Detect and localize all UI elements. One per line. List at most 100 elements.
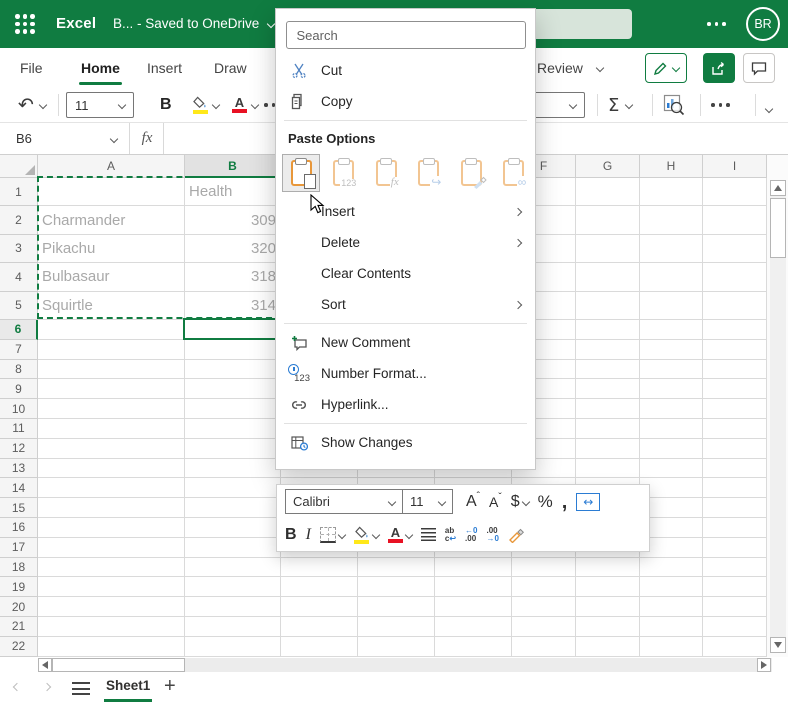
cell-B8[interactable]: [185, 359, 281, 380]
cell-H1[interactable]: [640, 178, 703, 207]
cell-I17[interactable]: [703, 537, 767, 558]
cell-E21[interactable]: [435, 616, 512, 637]
mini-increase-decimal-button[interactable]: .00 →0: [487, 526, 499, 543]
ribbon-chevron-down-icon[interactable]: [595, 63, 605, 73]
cell-G11[interactable]: [576, 418, 640, 439]
cell-B5[interactable]: 314: [185, 291, 281, 320]
cell-G5[interactable]: [576, 291, 640, 320]
cell-A4[interactable]: Bulbasaur: [38, 263, 185, 292]
cell-D19[interactable]: [358, 577, 435, 598]
cell-F21[interactable]: [512, 616, 576, 637]
cell-B10[interactable]: [185, 399, 281, 419]
column-header-G[interactable]: G: [576, 155, 640, 178]
mini-fill-color-button[interactable]: [354, 526, 381, 544]
cell-G4[interactable]: [576, 263, 640, 292]
row-header-18[interactable]: 18: [0, 557, 38, 578]
cell-H12[interactable]: [640, 438, 703, 459]
column-header-H[interactable]: H: [640, 155, 703, 178]
paste-link-button[interactable]: ∞: [493, 160, 536, 188]
cell-G18[interactable]: [576, 557, 640, 578]
share-button[interactable]: [703, 53, 735, 83]
analyze-data-icon[interactable]: [663, 94, 685, 116]
vertical-scrollbar-thumb[interactable]: [770, 198, 786, 258]
cell-H4[interactable]: [640, 263, 703, 292]
cell-H8[interactable]: [640, 359, 703, 380]
cell-D18[interactable]: [358, 557, 435, 578]
cell-D22[interactable]: [358, 636, 435, 657]
cell-G6[interactable]: [576, 319, 640, 340]
cell-D21[interactable]: [358, 616, 435, 637]
cell-C21[interactable]: [281, 616, 358, 637]
paste-transpose-button[interactable]: ↪: [408, 160, 451, 188]
cell-F22[interactable]: [512, 636, 576, 657]
cell-B16[interactable]: [185, 517, 281, 538]
row-header-10[interactable]: 10: [0, 399, 38, 419]
cell-A10[interactable]: [38, 399, 185, 419]
cell-A13[interactable]: [38, 458, 185, 479]
row-header-7[interactable]: 7: [0, 339, 38, 360]
cell-H21[interactable]: [640, 616, 703, 637]
row-header-16[interactable]: 16: [0, 517, 38, 538]
cell-H18[interactable]: [640, 557, 703, 578]
tab-draw[interactable]: Draw: [214, 48, 247, 88]
autosum-chevron-icon[interactable]: [625, 100, 634, 110]
cell-C22[interactable]: [281, 636, 358, 657]
font-size-combobox[interactable]: 11: [66, 92, 134, 118]
cell-A15[interactable]: [38, 498, 185, 518]
cell-I7[interactable]: [703, 339, 767, 360]
menu-item-cut[interactable]: Cut: [276, 55, 535, 86]
cell-I5[interactable]: [703, 291, 767, 320]
cell-B11[interactable]: [185, 418, 281, 439]
cell-H6[interactable]: [640, 319, 703, 340]
cell-A6[interactable]: [38, 319, 185, 340]
menu-item-copy[interactable]: Copy: [276, 86, 535, 117]
menu-item-insert[interactable]: Insert: [276, 196, 535, 227]
cell-G1[interactable]: [576, 178, 640, 207]
cell-E18[interactable]: [435, 557, 512, 578]
cell-D20[interactable]: [358, 597, 435, 617]
row-header-15[interactable]: 15: [0, 498, 38, 518]
menu-item-show-changes[interactable]: Show Changes: [276, 427, 535, 458]
all-sheets-icon[interactable]: [72, 682, 90, 695]
scroll-right-button[interactable]: [757, 658, 771, 672]
comma-style-button[interactable]: ,: [562, 492, 568, 512]
cell-A18[interactable]: [38, 557, 185, 578]
cell-B12[interactable]: [185, 438, 281, 459]
cell-B1[interactable]: Health: [185, 178, 281, 207]
cell-E22[interactable]: [435, 636, 512, 657]
row-header-3[interactable]: 3: [0, 234, 38, 264]
cell-H22[interactable]: [640, 636, 703, 657]
cell-B4[interactable]: 318: [185, 263, 281, 292]
autosum-button[interactable]: Σ: [608, 95, 619, 116]
mini-borders-button[interactable]: [319, 526, 347, 543]
percent-style-button[interactable]: %: [538, 492, 553, 512]
cell-I21[interactable]: [703, 616, 767, 637]
cell-A9[interactable]: [38, 379, 185, 400]
cell-G19[interactable]: [576, 577, 640, 598]
cell-I10[interactable]: [703, 399, 767, 419]
previous-sheet-icon[interactable]: [12, 682, 22, 692]
menu-item-new-comment[interactable]: New Comment: [276, 327, 535, 358]
cell-C18[interactable]: [281, 557, 358, 578]
collapse-ribbon-icon[interactable]: [764, 104, 774, 114]
mini-bold-button[interactable]: B: [285, 526, 297, 544]
cell-F20[interactable]: [512, 597, 576, 617]
cell-H3[interactable]: [640, 234, 703, 264]
mini-font-name-combobox[interactable]: Calibri: [285, 489, 403, 514]
cell-G10[interactable]: [576, 399, 640, 419]
mini-font-color-button[interactable]: A: [387, 526, 414, 543]
cell-H20[interactable]: [640, 597, 703, 617]
autofit-button[interactable]: ↔: [576, 492, 601, 511]
cell-A12[interactable]: [38, 438, 185, 459]
paste-button[interactable]: [280, 154, 323, 192]
cell-B2[interactable]: 309: [185, 206, 281, 235]
scroll-up-button[interactable]: [770, 180, 786, 196]
horizontal-scrollbar[interactable]: [0, 657, 788, 673]
row-header-2[interactable]: 2: [0, 206, 38, 235]
cell-I9[interactable]: [703, 379, 767, 400]
cell-I4[interactable]: [703, 263, 767, 292]
cell-A17[interactable]: [38, 537, 185, 558]
editing-mode-button[interactable]: [645, 53, 687, 83]
cell-E19[interactable]: [435, 577, 512, 598]
menu-item-sort[interactable]: Sort: [276, 289, 535, 320]
